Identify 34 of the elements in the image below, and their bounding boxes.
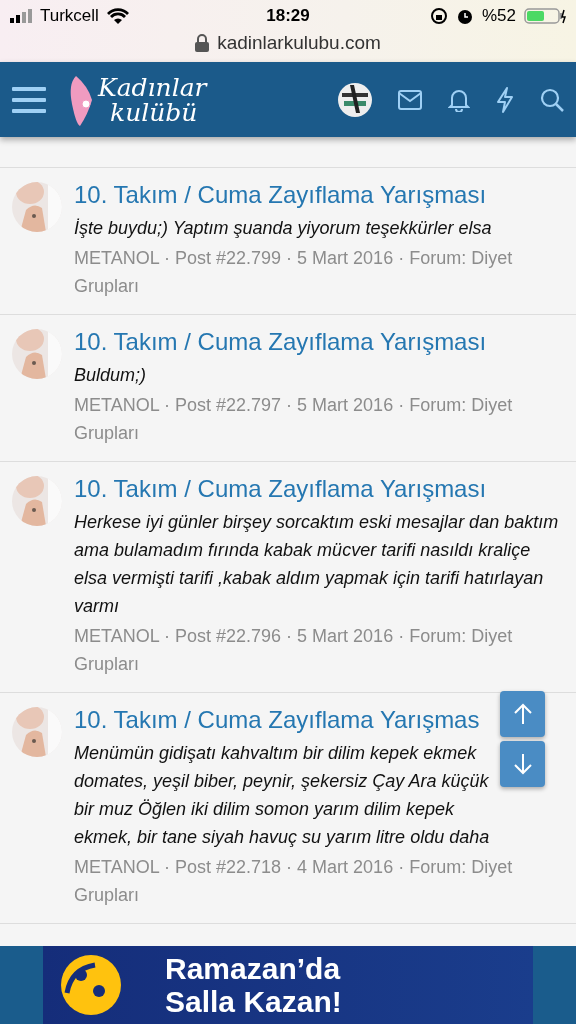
- post-meta: METANOL · Post #22.797 · 5 Mart 2016 · Forum: Diyet Grupları: [74, 394, 514, 445]
- menu-icon[interactable]: [12, 85, 46, 114]
- thread-title-link[interactable]: 10. Takım / Cuma Zayıflama Yarışması: [74, 327, 566, 357]
- site-logo[interactable]: Kadınlar kulübü: [66, 73, 338, 126]
- ad-banner[interactable]: Ramazan’da Salla Kazan!: [43, 946, 533, 1024]
- arrow-down-icon: [512, 753, 533, 775]
- post-meta: METANOL · Post #22.799 · 5 Mart 2016 · Forum: Diyet Grupları: [74, 247, 514, 298]
- post-excerpt: İşte buydu;) Yaptım şuanda yiyorum teşekkürler elsa: [74, 217, 493, 240]
- thread-title-link[interactable]: 10. Takım / Cuma Zayıflama Yarışması: [74, 180, 566, 210]
- search-icon[interactable]: [540, 87, 564, 112]
- post-meta: METANOL · Post #22.796 · 5 Mart 2016 · Forum: Diyet Grupları: [74, 625, 514, 676]
- alarm-icon: [455, 7, 474, 25]
- envelope-icon[interactable]: [398, 89, 422, 110]
- ad-slogan: Ramazan’da Salla Kazan!: [165, 952, 342, 1018]
- signal-icon: [10, 9, 32, 23]
- address-url[interactable]: kadinlarkulubu.com: [217, 32, 381, 54]
- carrier-name: Turkcell: [40, 6, 99, 26]
- scroll-down-button[interactable]: [500, 741, 545, 787]
- lock-icon: [195, 34, 210, 52]
- clock-time: 18:29: [266, 6, 310, 26]
- battery-icon: [524, 8, 566, 24]
- arrow-up-icon: [512, 703, 533, 725]
- post-meta: METANOL · Post #22.718 · 4 Mart 2016 · Forum: Diyet Grupları: [74, 856, 514, 907]
- post-excerpt: Buldum;): [74, 364, 148, 387]
- post-excerpt: Herkese iyi günler birşey sorcaktım eski mesajlar dan baktım ama bulamadım fırında kabak mücver tarifi nasıldı kraliçe elsa vermişti tarifi ,kabak aldım yapmak için tarifi hatırlayan varmı: [74, 511, 560, 618]
- lightning-icon[interactable]: [496, 86, 514, 113]
- rotation-lock-icon: [429, 7, 448, 25]
- battery-percent: %52: [481, 6, 516, 26]
- thread-title-link[interactable]: 10. Takım / Cuma Zayıflama Yarışması: [74, 474, 566, 504]
- wifi-icon: [106, 8, 129, 24]
- thread-title-link[interactable]: 10. Takım / Cuma Zayıflama Yarışmas: [74, 705, 566, 735]
- bell-icon[interactable]: [448, 87, 470, 112]
- post-excerpt: Menümün gidişatı kahvaltım bir dilim kepek ekmek domates, yeşil biber, peynir, şekersiz Çay Ara küçük bir muz Öğlen iki dilim somon yarım dilim kepek ekmek, bir tane siyah havuç su yarım litre oldu daha: [74, 742, 491, 849]
- scroll-up-button[interactable]: [500, 691, 545, 737]
